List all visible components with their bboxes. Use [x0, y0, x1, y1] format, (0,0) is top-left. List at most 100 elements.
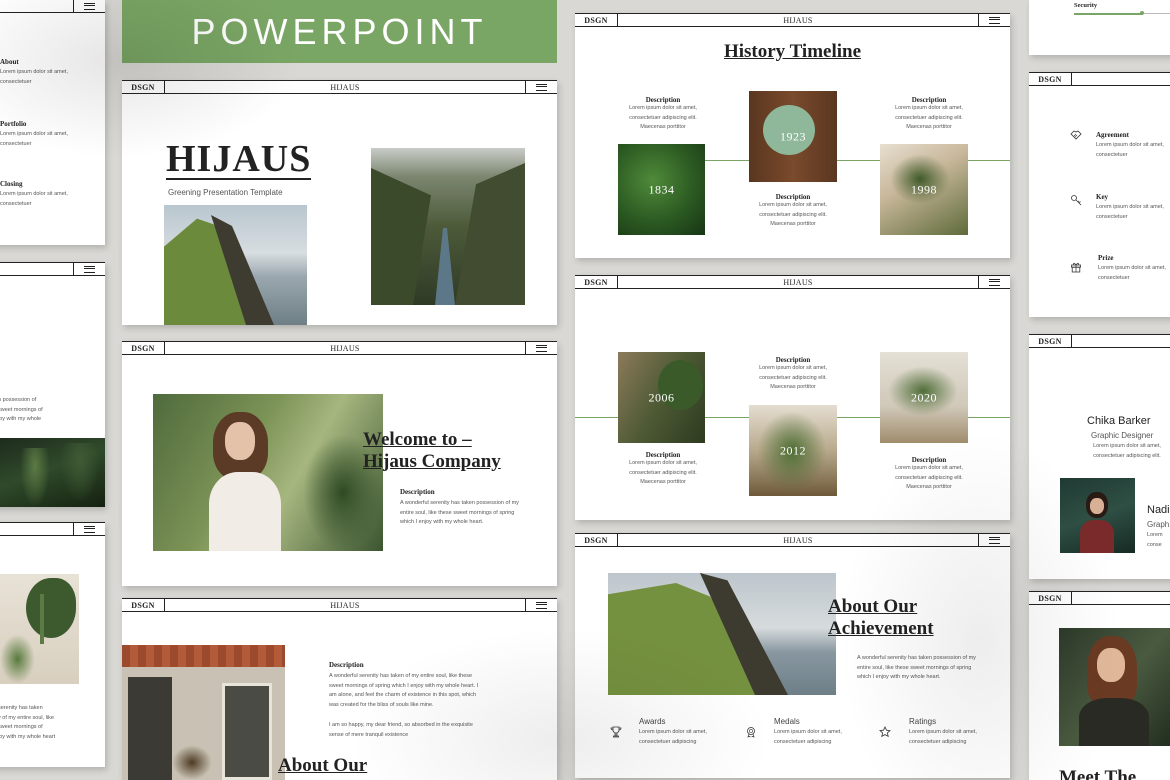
- achievement-slide: DSGN HIJAUS About Our Achievement A wond…: [575, 533, 1010, 778]
- brand-label: HIJAUS: [783, 535, 813, 545]
- house-photo: [122, 645, 285, 780]
- menu-icon: [84, 265, 95, 273]
- feature-text: Lorem ipsum dolor sit amet, consectetuer: [1096, 142, 1164, 158]
- menu-icon: [989, 16, 1000, 24]
- menu-button[interactable]: [525, 81, 557, 93]
- desc-title: Description: [645, 96, 681, 104]
- desc-text: Lorem ipsum dolor sit amet, consectetuer…: [895, 105, 963, 130]
- achievement-title-line1: About Our: [828, 596, 918, 617]
- menu-button[interactable]: [978, 276, 1010, 288]
- brand-label: HIJAUS: [783, 15, 813, 25]
- team-photo: [1060, 478, 1135, 553]
- slide-header-bar: DSGN HIJAUS: [575, 275, 1010, 289]
- slide-header-bar: [0, 262, 105, 276]
- key-icon: [1070, 194, 1082, 206]
- cover-title: HIJAUS: [166, 138, 312, 180]
- coast-photo: [608, 573, 836, 695]
- portrait-photo: [1059, 628, 1170, 746]
- progress-fill: [1074, 12, 1142, 15]
- progress-dot: [1140, 11, 1144, 15]
- menu-button[interactable]: [73, 523, 105, 535]
- star-icon: [879, 726, 891, 738]
- slide-header-bar: DSGN: [1029, 591, 1170, 605]
- menu-icon: [84, 2, 95, 10]
- right-slide-meet: DSGN Meet The: [1029, 591, 1170, 780]
- meet-title: Meet The: [1059, 767, 1137, 780]
- dsgn-label: DSGN: [575, 14, 618, 26]
- trophy-icon: [610, 726, 622, 738]
- dsgn-label: DSGN: [575, 534, 618, 546]
- year-label: 2006: [648, 390, 675, 404]
- about-paragraph-1: A wonderful serenity has taken of my ent…: [329, 673, 479, 708]
- cover-subtitle: Greening Presentation Template: [168, 188, 283, 197]
- woman-photo: [153, 394, 383, 551]
- timeline-photo-2006: 2006: [618, 352, 705, 443]
- menu-button[interactable]: [73, 0, 105, 12]
- dsgn-label: DSGN: [1029, 592, 1072, 604]
- agenda-item-text: Lorem ipsum dolor sit amet, consectetuer: [0, 131, 68, 147]
- left-slide-forest: n possession of sweet mornings of joy wi…: [0, 262, 105, 507]
- left-slide-plants: serenity has taken y of my entire soul, …: [0, 522, 105, 767]
- banner-title: POWERPOINT: [191, 10, 488, 52]
- achievement-label: Medals: [774, 717, 800, 726]
- dsgn-label: DSGN: [1029, 73, 1072, 85]
- desc-title: Description: [645, 451, 681, 459]
- team-member-role-2: Graph: [1147, 520, 1170, 529]
- achievement-item-text: Lorem ipsum dolor sit amet, consectetuer…: [774, 729, 842, 745]
- slide-header-bar: DSGN: [1029, 72, 1170, 86]
- dsgn-label: DSGN: [122, 81, 165, 93]
- history-title: History Timeline: [723, 41, 862, 62]
- menu-icon: [536, 344, 547, 352]
- slide-header-bar: DSGN: [1029, 334, 1170, 348]
- monstera-photo: [0, 574, 79, 684]
- desc-text: Lorem ipsum dolor sit amet, consectetuer…: [895, 465, 963, 490]
- desc-title: Description: [911, 96, 947, 104]
- slide-header-bar: DSGN HIJAUS: [122, 598, 557, 612]
- menu-button[interactable]: [525, 599, 557, 611]
- dsgn-label: DSGN: [122, 342, 165, 354]
- desc-title: Description: [400, 488, 435, 496]
- slide-text: serenity has taken y of my entire soul, …: [0, 705, 56, 740]
- slide-header-bar: [0, 522, 105, 536]
- feature-text: Lorem ipsum dolor sit amet, consectetuer: [1096, 204, 1164, 220]
- welcome-title-line1: Welcome to –: [363, 429, 472, 450]
- cover-slide: DSGN HIJAUS HIJAUS Greening Presentation…: [122, 80, 557, 325]
- forest-photo: [0, 438, 105, 507]
- slide-header-bar: DSGN HIJAUS: [575, 13, 1010, 27]
- timeline-photo-1834: 1834: [618, 144, 705, 235]
- menu-button[interactable]: [73, 263, 105, 275]
- desc-text: A wonderful serenity has taken possessio…: [400, 500, 519, 525]
- agenda-item-text: Lorem ipsum dolor sit amet, consectetuer: [0, 69, 68, 85]
- timeline-photo-2020: 2020: [880, 352, 968, 443]
- menu-icon: [536, 83, 547, 91]
- team-member-name-2: Nadi: [1147, 504, 1170, 516]
- timeline-photo-2012: 2012: [749, 405, 837, 496]
- desc-text: Lorem ipsum dolor sit amet, consectetuer…: [629, 105, 697, 130]
- menu-button[interactable]: [978, 14, 1010, 26]
- achievement-title-line2: Achievement: [828, 618, 934, 639]
- agenda-item-text: Lorem ipsum dolor sit amet, consectetuer: [0, 191, 68, 207]
- desc-title: Description: [775, 193, 811, 201]
- year-label: 1998: [911, 182, 937, 196]
- slide-header-bar: DSGN HIJAUS: [122, 80, 557, 94]
- feature-title: Key: [1096, 193, 1109, 201]
- feature-title: Agreement: [1096, 131, 1129, 139]
- about-slide: DSGN HIJAUS Description A wonderful sere…: [122, 598, 557, 780]
- slide-header-bar: DSGN HIJAUS: [122, 341, 557, 355]
- menu-button[interactable]: [978, 534, 1010, 546]
- team-member-text: Lorem ipsum dolor sit amet, consectetuer…: [1093, 443, 1161, 459]
- team-member-role: Graphic Designer: [1091, 431, 1154, 440]
- welcome-title-line2: Hijaus Company: [363, 451, 501, 472]
- desc-text: Lorem ipsum dolor sit amet, consectetuer…: [759, 202, 827, 227]
- dsgn-label: DSGN: [122, 599, 165, 611]
- about-paragraph-2: I am so happy, my dear friend, so absorb…: [329, 722, 473, 738]
- slide-text: n possession of sweet mornings of joy wi…: [0, 397, 43, 422]
- brand-label: HIJAUS: [330, 82, 360, 92]
- history-timeline-slide: DSGN HIJAUS History Timeline Description…: [575, 13, 1010, 258]
- achievement-text: A wonderful serenity has taken possessio…: [857, 655, 976, 680]
- feature-title: Prize: [1098, 254, 1114, 262]
- menu-button[interactable]: [525, 342, 557, 354]
- desc-title: Description: [329, 661, 364, 669]
- year-label: 1834: [648, 182, 675, 196]
- year-label: 2012: [780, 443, 806, 457]
